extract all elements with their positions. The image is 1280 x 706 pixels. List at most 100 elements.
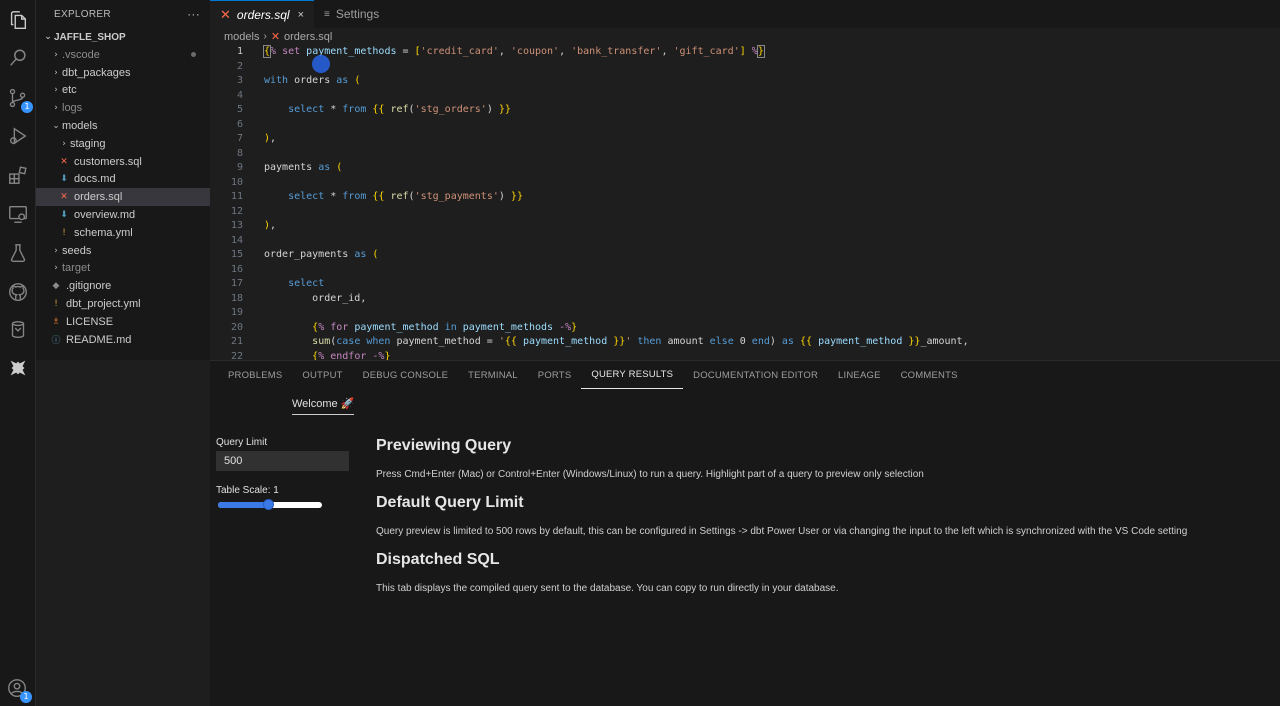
tab-label: orders.sql bbox=[236, 7, 290, 22]
close-icon[interactable]: × bbox=[298, 9, 304, 21]
tree-item-label: seeds bbox=[62, 244, 92, 257]
git-file-icon: ◆ bbox=[52, 281, 60, 292]
breadcrumb-folder[interactable]: models bbox=[224, 31, 259, 43]
tree-item-readme-md[interactable]: ⓘ README.md bbox=[36, 331, 210, 349]
line-number: 5 bbox=[236, 104, 243, 115]
tab-query-results[interactable]: QUERY RESULTS bbox=[581, 361, 684, 389]
code-line: 11 select * from {{ ref('stg_payments') … bbox=[210, 190, 1280, 205]
chevron-down-icon: ⌄ bbox=[52, 121, 60, 132]
files-icon[interactable] bbox=[6, 8, 30, 32]
tree-item-orders-sql[interactable]: ✕ orders.sql bbox=[36, 188, 210, 207]
tree-item-label: logs bbox=[62, 102, 83, 115]
more-actions-icon[interactable]: ··· bbox=[187, 7, 200, 21]
markdown-file-icon: ⬇ bbox=[60, 210, 68, 221]
code-line: 20 {% for payment_method in payment_meth… bbox=[210, 321, 1280, 336]
breadcrumb-file[interactable]: orders.sql bbox=[284, 31, 332, 43]
license-file-icon: ♗ bbox=[51, 316, 61, 327]
tree-item-license[interactable]: ♗ LICENSE bbox=[36, 313, 210, 331]
modified-dot bbox=[191, 52, 196, 58]
account-icon[interactable]: 1 bbox=[6, 677, 32, 703]
tab-comments[interactable]: COMMENTS bbox=[891, 361, 968, 389]
line-number: 2 bbox=[236, 60, 243, 72]
remote-explorer-icon[interactable] bbox=[6, 202, 30, 226]
tree-item-label: staging bbox=[70, 137, 106, 150]
code-line: 8 bbox=[210, 147, 1280, 162]
line-number: 20 bbox=[230, 321, 243, 333]
line-number: 12 bbox=[230, 205, 243, 217]
github-icon[interactable] bbox=[6, 280, 30, 304]
tree-item-label: target bbox=[62, 262, 91, 275]
line-number: 9 bbox=[236, 162, 243, 173]
code-editor[interactable]: 1 {% set payment_methods = ['credit_card'… bbox=[210, 45, 1280, 360]
extensions-icon[interactable] bbox=[6, 163, 30, 187]
tab-orders-sql[interactable]: ✕ orders.sql × bbox=[210, 0, 315, 28]
tab-debug-console[interactable]: DEBUG CONSOLE bbox=[353, 361, 458, 389]
explorer-header: EXPLORER ··· bbox=[36, 0, 210, 28]
search-icon[interactable] bbox=[6, 46, 30, 70]
dbt-icon[interactable] bbox=[6, 356, 30, 380]
tree-item-etc[interactable]: › etc bbox=[36, 82, 210, 100]
slider-thumb[interactable] bbox=[262, 499, 274, 510]
tab-terminal[interactable]: TERMINAL bbox=[458, 361, 528, 389]
root-folder-label: JAFFLE_SHOP bbox=[54, 31, 126, 43]
tree-item-label: orders.sql bbox=[74, 191, 123, 204]
tab-output[interactable]: OUTPUT bbox=[292, 361, 352, 389]
query-limit-label: Query Limit bbox=[216, 437, 268, 448]
tab-problems[interactable]: PROBLEMS bbox=[218, 361, 292, 389]
table-scale-slider[interactable] bbox=[218, 499, 322, 510]
tab-settings[interactable]: ≡ Settings bbox=[314, 0, 389, 28]
tree-item-models[interactable]: ⌄ models bbox=[36, 117, 210, 135]
tree-item-seeds[interactable]: › seeds bbox=[36, 242, 210, 260]
settings-file-icon: ≡ bbox=[324, 8, 330, 20]
info-file-icon: ⓘ bbox=[51, 336, 61, 347]
code-line: 14 bbox=[210, 234, 1280, 249]
tree-item-vscode[interactable]: › .vscode bbox=[36, 46, 210, 64]
source-control-icon[interactable]: 1 bbox=[6, 86, 33, 113]
code-line: 19 bbox=[210, 306, 1280, 321]
tree-item-dbt-packages[interactable]: › dbt_packages bbox=[36, 64, 210, 82]
root-folder[interactable]: ⌄ JAFFLE_SHOP bbox=[36, 28, 210, 46]
tree-item-schema-yml[interactable]: ! schema.yml bbox=[36, 224, 210, 242]
chevron-right-icon: › bbox=[54, 67, 58, 78]
tree-item-target[interactable]: › target bbox=[36, 260, 210, 278]
yaml-file-icon: ! bbox=[62, 227, 66, 238]
welcome-tab[interactable]: Welcome 🚀 bbox=[292, 397, 355, 415]
tab-lineage[interactable]: LINEAGE bbox=[828, 361, 891, 389]
tree-item-logs[interactable]: › logs bbox=[36, 99, 210, 117]
code-line: 16 bbox=[210, 263, 1280, 278]
database-icon[interactable] bbox=[6, 318, 30, 342]
line-number: 1 bbox=[236, 46, 243, 57]
code-line: 15 order_payments as ( bbox=[210, 248, 1280, 263]
code-line: 4 bbox=[210, 89, 1280, 104]
line-number: 15 bbox=[230, 249, 243, 260]
tree-item-staging[interactable]: › staging bbox=[36, 135, 210, 153]
code-line: 10 bbox=[210, 176, 1280, 191]
code-line: 7), bbox=[210, 132, 1280, 147]
code-line: 17 select bbox=[210, 277, 1280, 292]
tree-item-label: dbt_project.yml bbox=[66, 298, 141, 311]
panel-tabs: PROBLEMS OUTPUT DEBUG CONSOLE TERMINAL P… bbox=[210, 361, 1280, 389]
tree-item-gitignore[interactable]: ◆ .gitignore bbox=[36, 277, 210, 295]
tab-documentation-editor[interactable]: DOCUMENTATION EDITOR bbox=[683, 361, 828, 389]
tree-item-label: etc bbox=[62, 84, 77, 97]
activity-bar: 1 1 bbox=[0, 0, 36, 706]
tree-item-customers-sql[interactable]: ✕ customers.sql bbox=[36, 153, 210, 171]
tree-item-docs-md[interactable]: ⬇ docs.md bbox=[36, 171, 210, 189]
line-number: 7 bbox=[236, 133, 243, 144]
section-text: Press Cmd+Enter (Mac) or Control+Enter (… bbox=[376, 469, 924, 480]
testing-icon[interactable] bbox=[6, 241, 30, 265]
dbt-file-icon: ✕ bbox=[220, 6, 231, 22]
code-line: 9 payments as ( bbox=[210, 161, 1280, 176]
tree-item-label: .gitignore bbox=[66, 280, 112, 293]
chevron-right-icon: › bbox=[62, 138, 66, 149]
query-limit-input[interactable] bbox=[216, 451, 349, 471]
tree-item-dbt-project-yml[interactable]: ! dbt_project.yml bbox=[36, 295, 210, 313]
explorer-sidebar: EXPLORER ··· ⌄ JAFFLE_SHOP › .vscode › d… bbox=[36, 0, 210, 360]
tree-item-overview-md[interactable]: ⬇ overview.md bbox=[36, 206, 210, 224]
source-control-badge: 1 bbox=[21, 101, 33, 113]
code-line: 6 bbox=[210, 118, 1280, 133]
editor-tabs: ✕ orders.sql × ≡ Settings bbox=[210, 0, 1280, 28]
run-debug-icon[interactable] bbox=[6, 124, 30, 148]
line-number: 3 bbox=[236, 75, 243, 86]
tab-ports[interactable]: PORTS bbox=[528, 361, 582, 389]
